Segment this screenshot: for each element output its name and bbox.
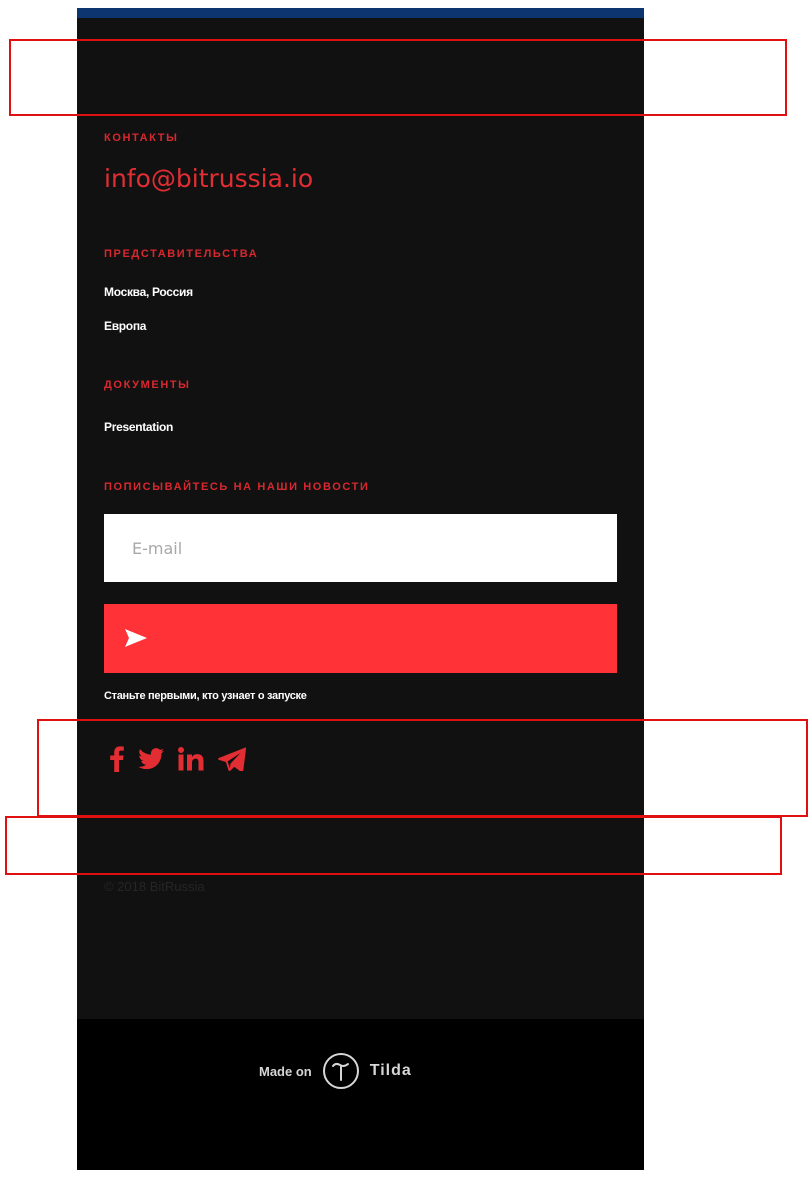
social-links (110, 746, 247, 773)
made-on-tilda-bar: Made on Tilda (77, 1019, 644, 1170)
newsletter-email-input[interactable] (104, 514, 617, 582)
send-arrow-icon (125, 629, 147, 647)
facebook-icon (110, 746, 124, 772)
office-europe: Европа (104, 319, 147, 333)
top-bar (77, 8, 644, 18)
tilda-label: Tilda (369, 1062, 412, 1079)
mobile-viewport: КОНТАКТЫ info@bitrussia.io ПРЕДСТАВИТЕЛЬ… (77, 8, 644, 1170)
telegram-icon (218, 747, 247, 773)
newsletter-submit-button[interactable] (104, 604, 617, 673)
twitter-icon (138, 748, 164, 770)
contacts-heading: КОНТАКТЫ (104, 132, 179, 144)
documents-heading: ДОКУМЕНТЫ (104, 379, 191, 391)
email-link[interactable]: info@bitrussia.io (104, 164, 313, 193)
linkedin-link[interactable] (178, 747, 204, 771)
linkedin-icon (178, 747, 204, 771)
screenshot-page: КОНТАКТЫ info@bitrussia.io ПРЕДСТАВИТЕЛЬ… (0, 0, 809, 1178)
tilda-logo-icon (322, 1053, 359, 1089)
telegram-link[interactable] (218, 747, 247, 773)
office-moscow: Москва, Россия (104, 285, 193, 299)
twitter-link[interactable] (138, 748, 164, 770)
newsletter-note: Станьте первыми, кто узнает о запуске (104, 690, 307, 702)
made-on-label: Made on (259, 1063, 312, 1079)
made-on-tilda-link[interactable]: Made on Tilda (259, 1052, 412, 1090)
presentation-link[interactable]: Presentation (104, 420, 173, 434)
facebook-link[interactable] (110, 746, 124, 772)
copyright-text: © 2018 BitRussia (104, 879, 205, 894)
newsletter-heading: ПОПИСЫВАЙТЕСЬ НА НАШИ НОВОСТИ (104, 481, 370, 493)
offices-heading: ПРЕДСТАВИТЕЛЬСТВА (104, 248, 259, 260)
